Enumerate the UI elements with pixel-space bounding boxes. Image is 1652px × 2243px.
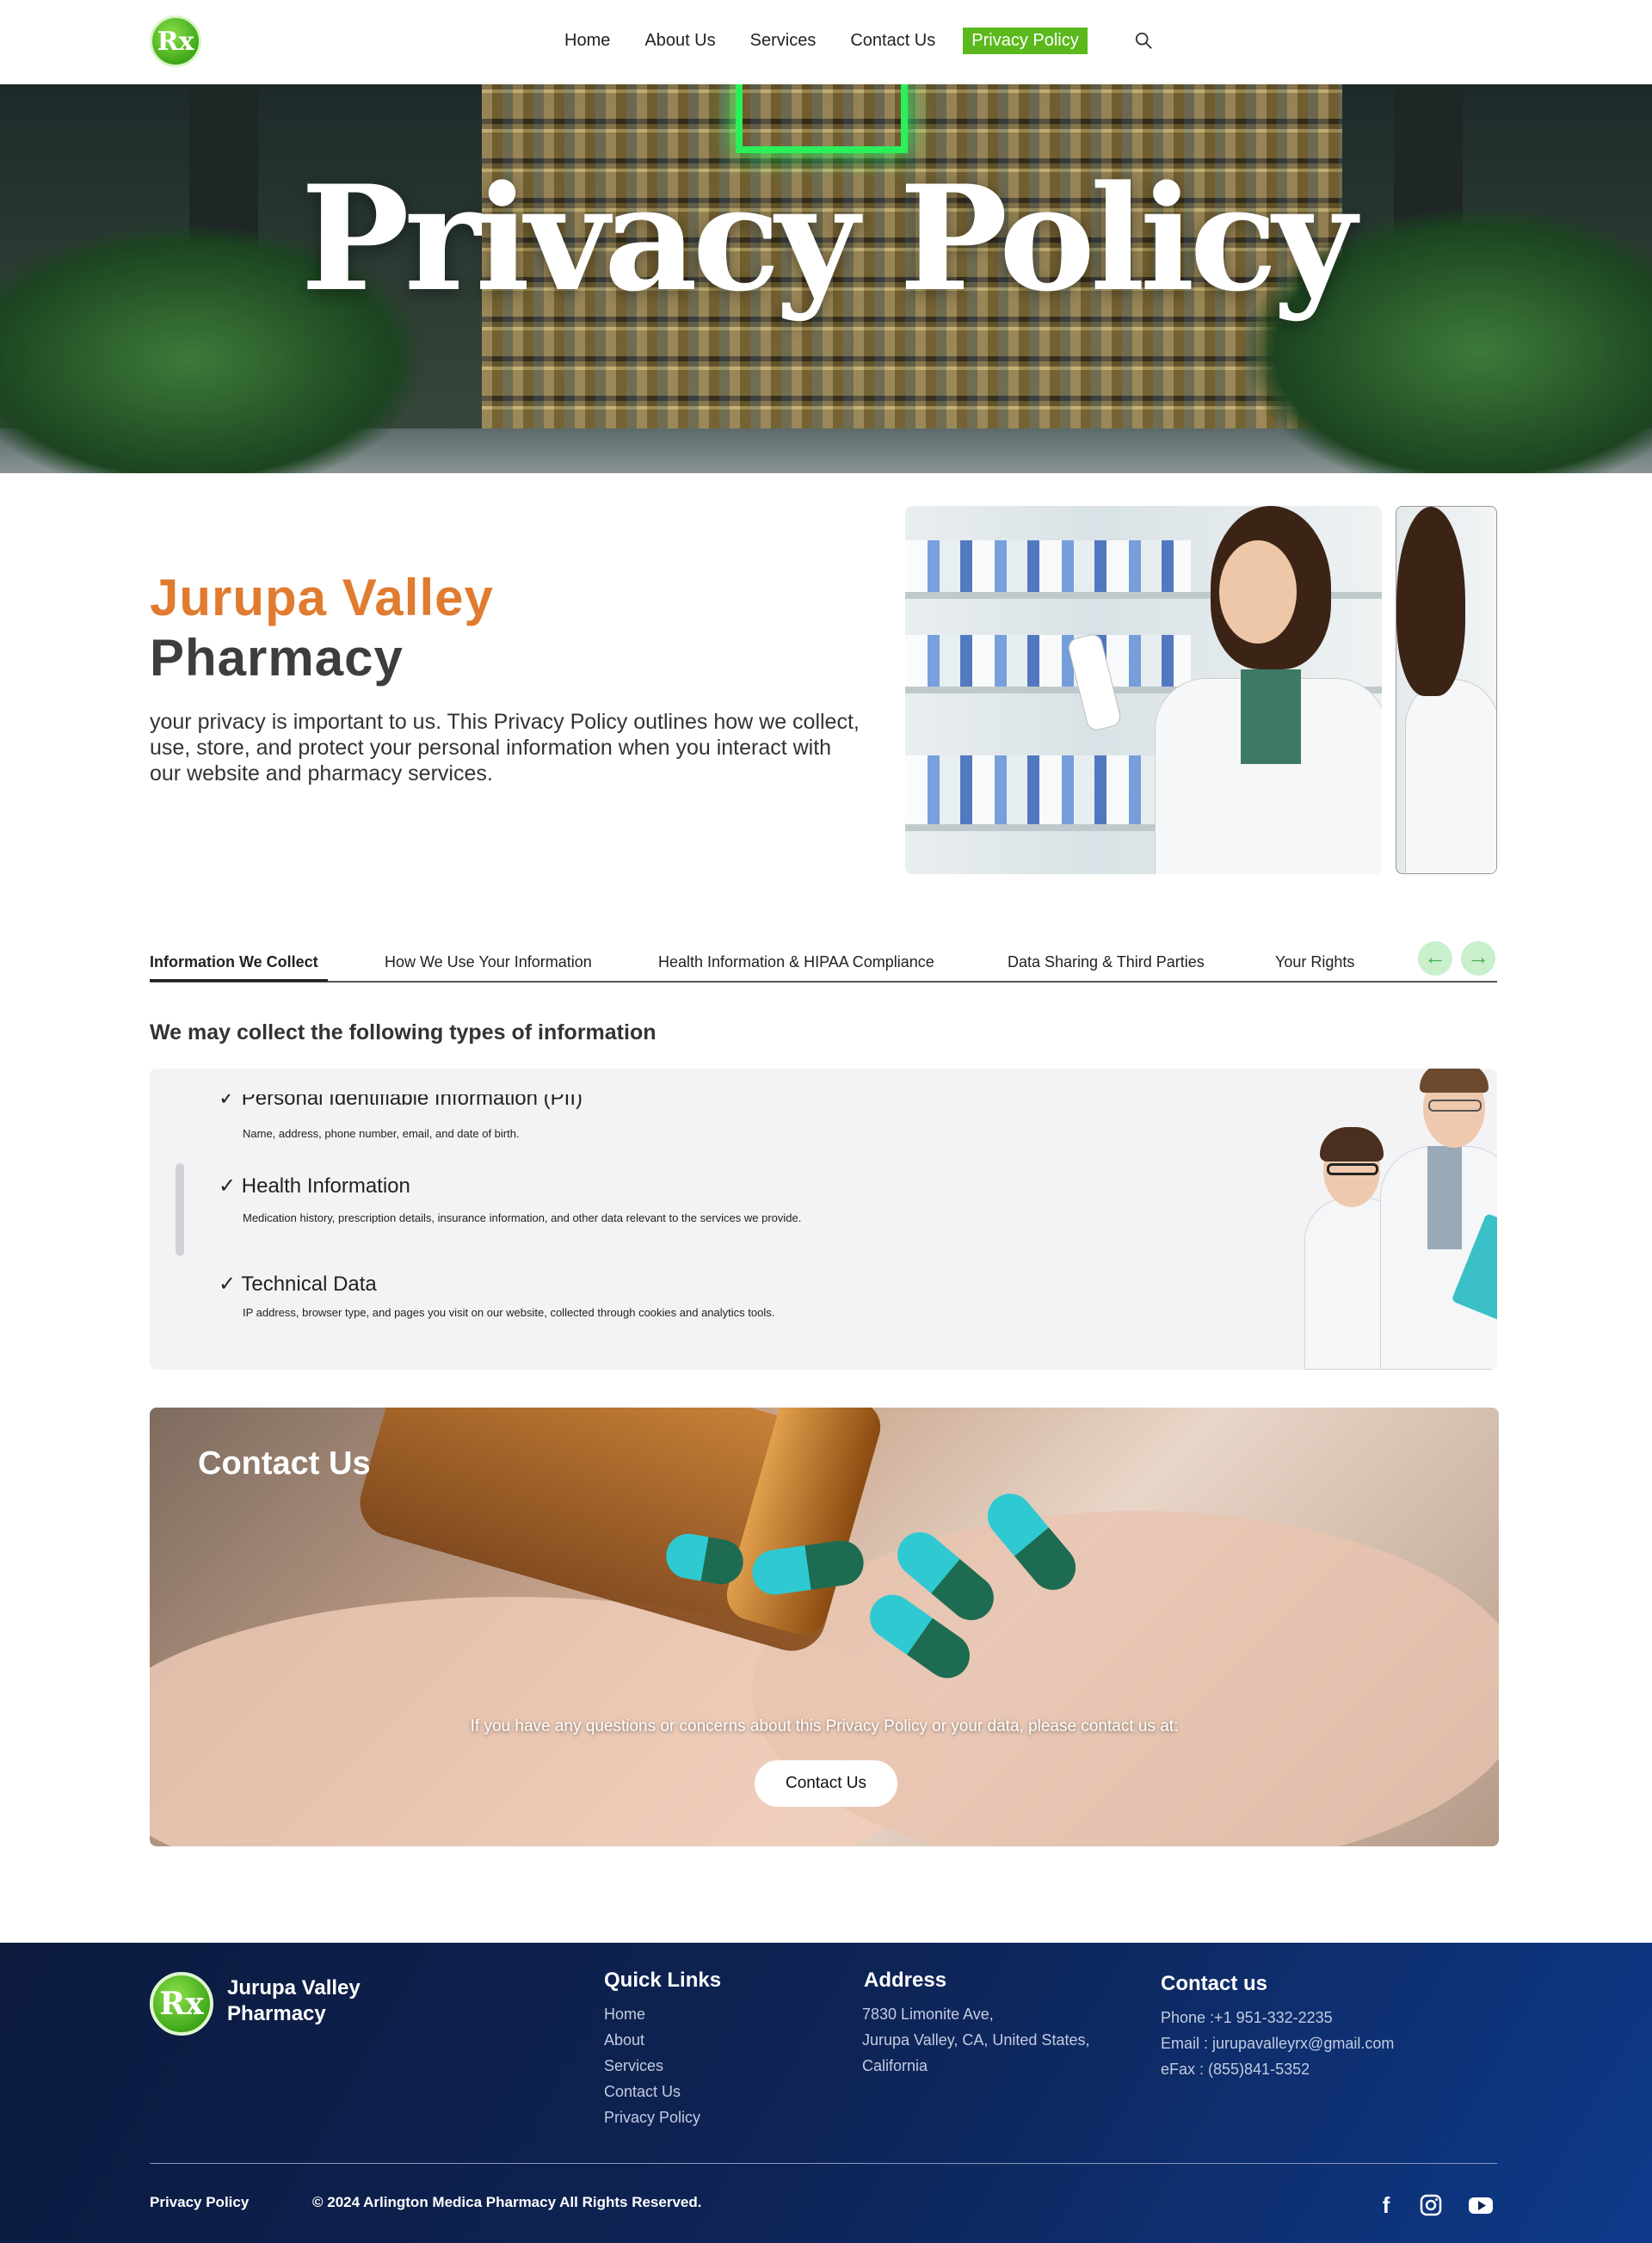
contact-banner: Contact Us If you have any questions or … (150, 1408, 1499, 1846)
nav-links: Home About Us Services Contact Us Privac… (564, 28, 1113, 54)
tab-how-we-use[interactable]: How We Use Your Information (385, 953, 592, 971)
nav-contact-us[interactable]: Contact Us (850, 31, 935, 51)
address-title: Address (864, 1969, 947, 1992)
doctor-man-image (1363, 1069, 1497, 1370)
lab-coat (1405, 679, 1496, 873)
contact-title: Contact Us (198, 1445, 371, 1482)
arrow-left-icon[interactable]: ← (1418, 941, 1452, 976)
pharmacist-photo (905, 506, 1382, 874)
footer-link-home[interactable]: Home (604, 2001, 700, 2027)
hair (1396, 507, 1465, 696)
contact-list: Phone :+1 951-332-2235 Email : jurupaval… (1161, 2005, 1394, 2082)
instagram-icon[interactable] (1418, 2192, 1444, 2218)
nav-services[interactable]: Services (750, 31, 817, 51)
intro-text: your privacy is important to us. This Pr… (150, 710, 860, 786)
active-tab-indicator (150, 979, 328, 982)
item-desc: Name, address, phone number, email, and … (243, 1127, 520, 1140)
sweater (1241, 669, 1301, 764)
footer-privacy-link[interactable]: Privacy Policy (150, 2194, 249, 2211)
shelf-boxes (905, 540, 1192, 592)
info-heading: We may collect the following types of in… (150, 1020, 656, 1044)
address-line: Jurupa Valley, CA, United States, (862, 2031, 1090, 2049)
address-list: 7830 Limonite Ave, Jurupa Valley, CA, Un… (862, 2001, 1089, 2079)
nav-home[interactable]: Home (564, 31, 610, 51)
efax-number: eFax : (855)841-5352 (1161, 2061, 1310, 2078)
address-line: 7830 Limonite Ave, (862, 2006, 994, 2023)
item-title: ✓ Health Information (219, 1174, 410, 1198)
nav-about-us[interactable]: About Us (644, 31, 715, 51)
search-icon[interactable] (1134, 31, 1153, 50)
footer: Rx Jurupa Valley Pharmacy Quick Links Ho… (0, 1943, 1652, 2243)
shelf-boxes (905, 755, 1192, 824)
info-card: ✓ Personal Identifiable Information (PII… (150, 1069, 1497, 1370)
item-desc: Medication history, prescription details… (243, 1211, 802, 1224)
scrollbar[interactable] (176, 1163, 184, 1256)
footer-rx-logo[interactable]: Rx (150, 1972, 213, 2036)
pharmacist-photo-preview[interactable] (1396, 506, 1497, 874)
footer-link-contact-us[interactable]: Contact Us (604, 2079, 700, 2104)
tab-data-sharing[interactable]: Data Sharing & Third Parties (1008, 953, 1205, 971)
footer-brand: Jurupa Valley Pharmacy (227, 1976, 361, 2025)
shelf-boxes (905, 635, 1192, 687)
footer-link-about[interactable]: About (604, 2027, 700, 2053)
green-cross-sign (736, 84, 908, 153)
arrow-right-icon[interactable]: → (1461, 941, 1495, 976)
contact-us-title: Contact us (1161, 1972, 1268, 1995)
footer-link-services[interactable]: Services (604, 2053, 700, 2079)
footer-divider (150, 2163, 1497, 2164)
tab-hipaa-compliance[interactable]: Health Information & HIPAA Compliance (658, 953, 934, 971)
nav-privacy-policy[interactable]: Privacy Policy (963, 28, 1088, 54)
youtube-icon[interactable] (1468, 2192, 1494, 2218)
item-title: ✓ Technical Data (219, 1272, 377, 1296)
quick-links-list: Home About Services Contact Us Privacy P… (604, 2001, 700, 2130)
tab-information-we-collect[interactable]: Information We Collect (150, 953, 318, 971)
address-line: California (862, 2057, 928, 2074)
contact-us-button[interactable]: Contact Us (755, 1760, 897, 1807)
intro-title-line2: Pharmacy (150, 629, 404, 687)
copyright: © 2024 Arlington Medica Pharmacy All Rig… (312, 2194, 702, 2210)
phone-number[interactable]: Phone :+1 951-332-2235 (1161, 2005, 1394, 2030)
hero-banner: Privacy Policy (0, 84, 1652, 473)
facebook-icon[interactable]: f (1373, 2192, 1399, 2218)
intro-title-line1: Jurupa Valley (150, 569, 494, 626)
contact-text: If you have any questions or concerns ab… (470, 1717, 1179, 1735)
rx-logo[interactable]: Rx (150, 15, 201, 67)
face (1219, 540, 1297, 644)
tab-your-rights[interactable]: Your Rights (1275, 953, 1354, 971)
hero-title: Privacy Policy (300, 153, 1357, 324)
item-desc: IP address, browser type, and pages you … (243, 1306, 775, 1319)
policy-tabs: Information We Collect How We Use Your I… (150, 946, 1497, 983)
email-address[interactable]: Email : jurupavalleyrx@gmail.com (1161, 2030, 1394, 2056)
footer-link-privacy-policy[interactable]: Privacy Policy (604, 2104, 700, 2130)
item-title: ✓ Personal Identifiable Information (PII… (219, 1087, 583, 1110)
top-navigation: Rx Home About Us Services Contact Us Pri… (0, 0, 1652, 84)
quick-links-title: Quick Links (604, 1969, 722, 1992)
